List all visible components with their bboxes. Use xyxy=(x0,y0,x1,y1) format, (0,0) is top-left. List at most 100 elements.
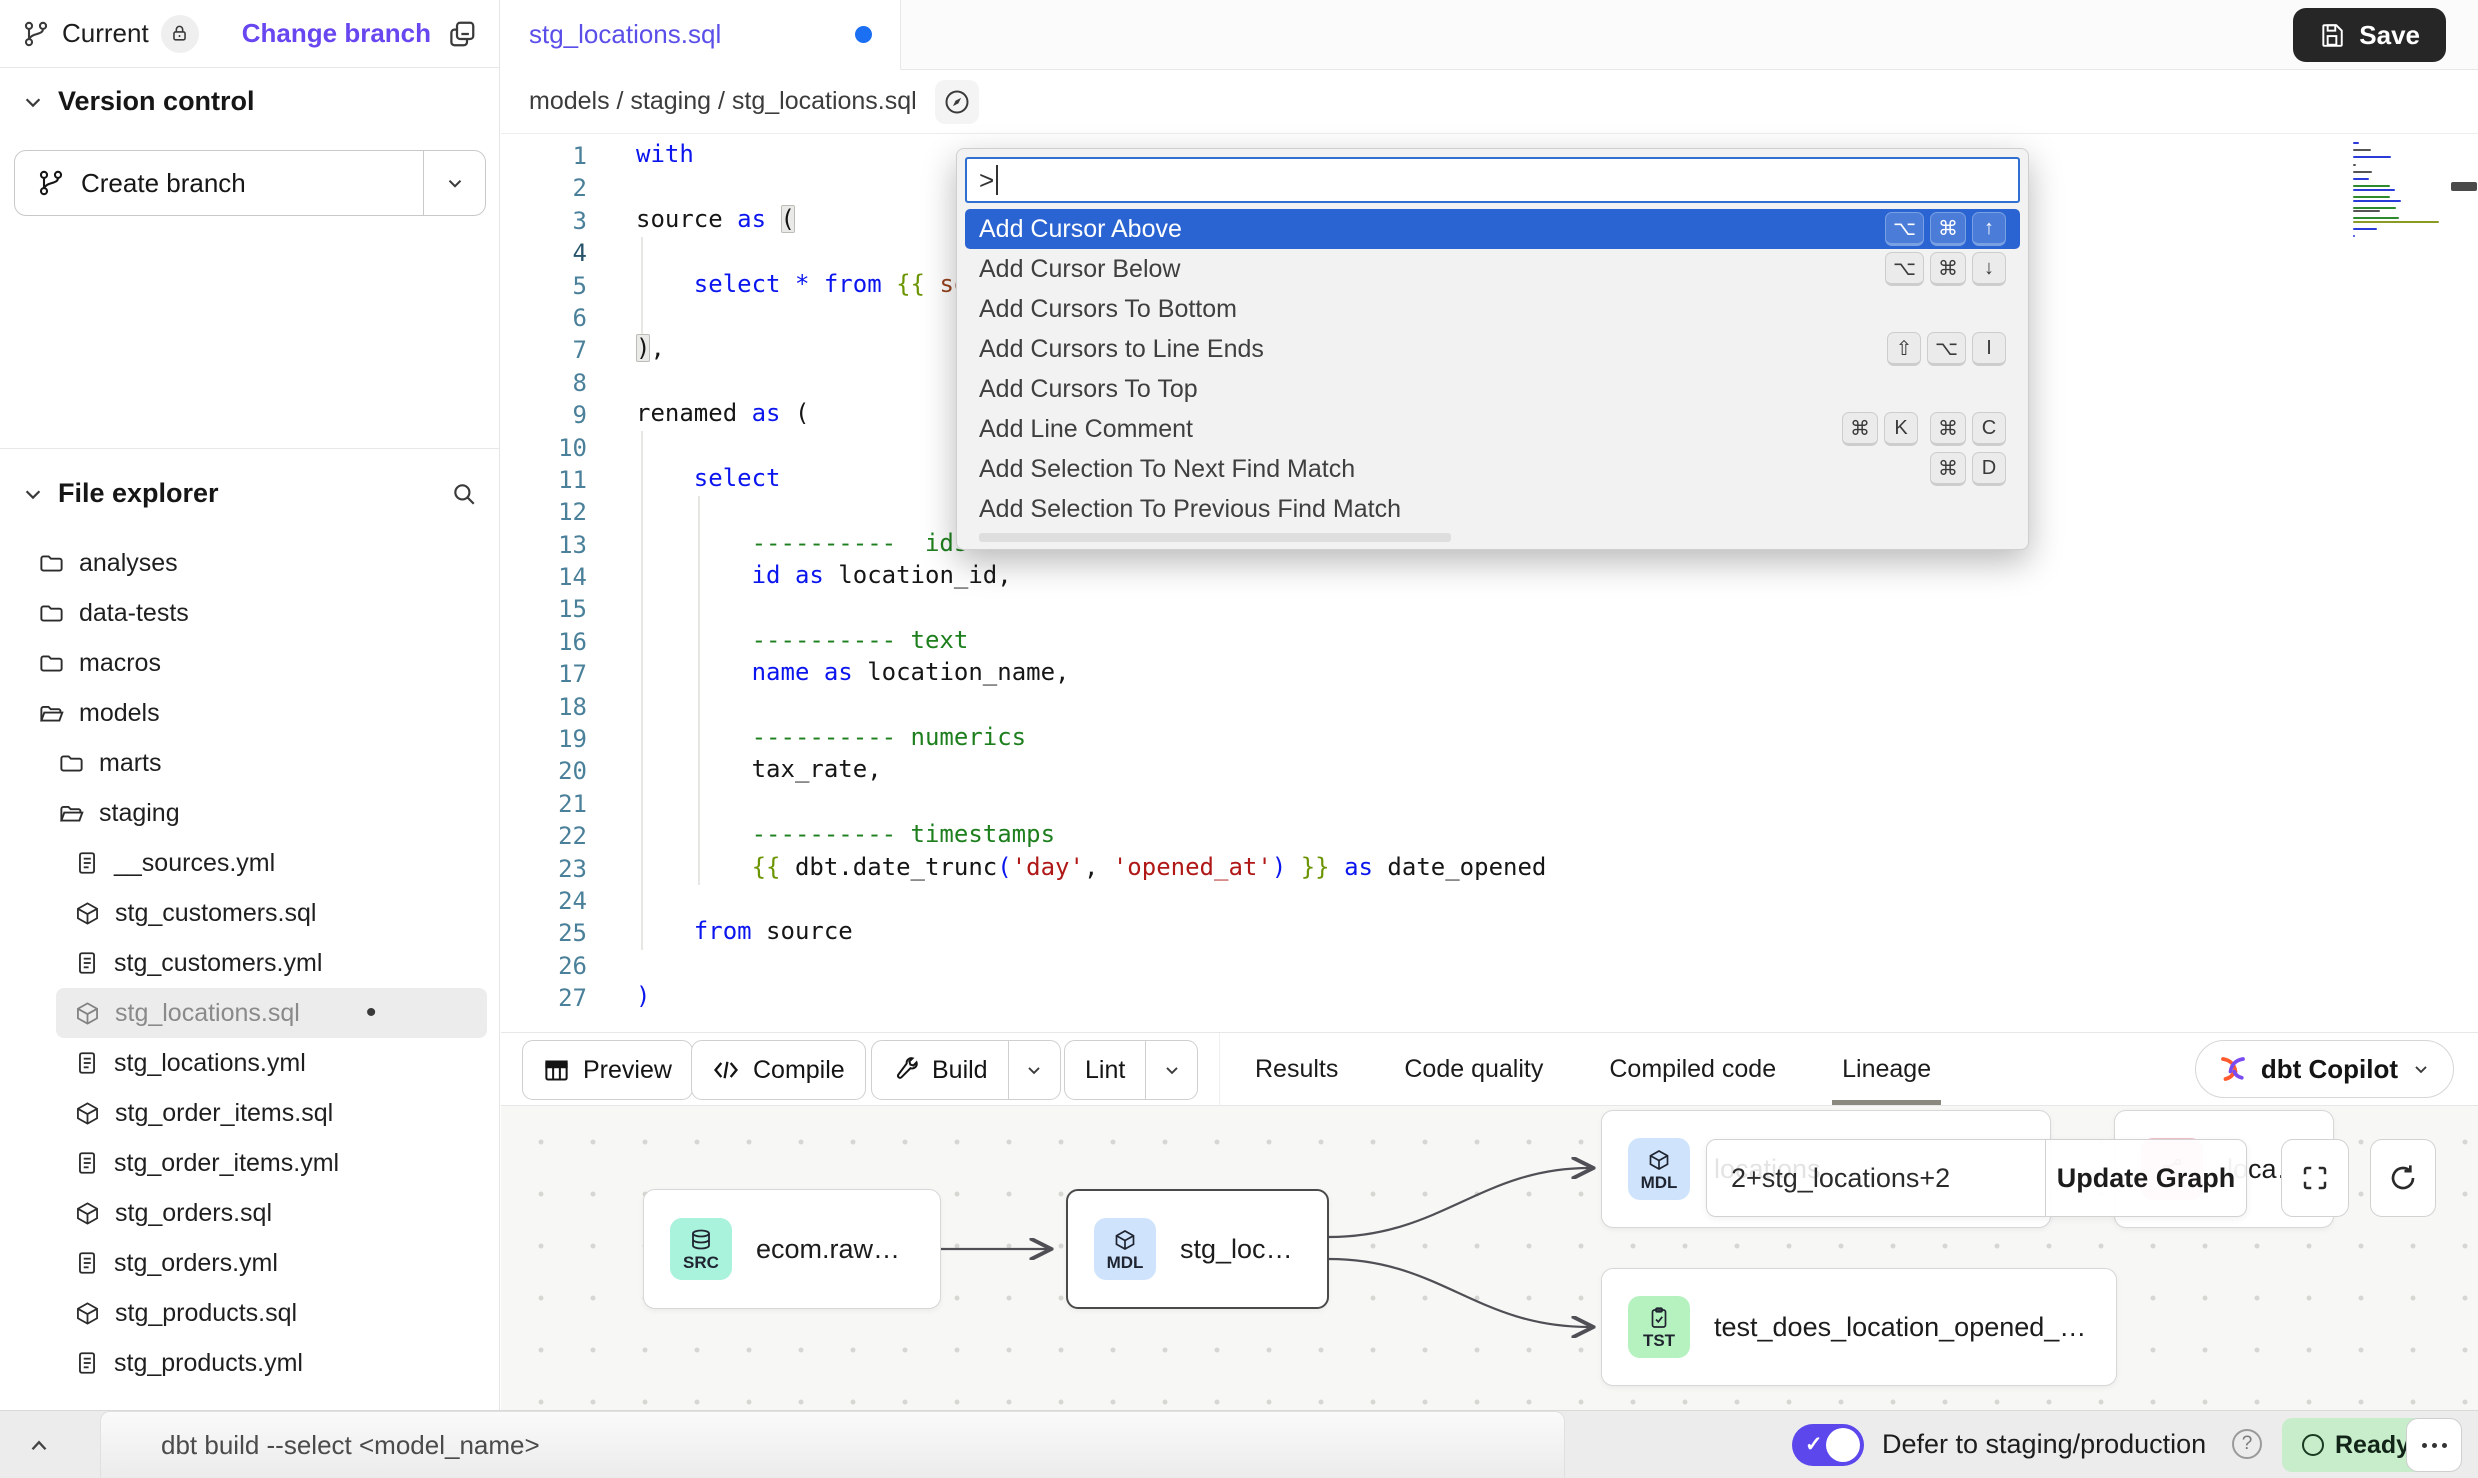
file-icon xyxy=(74,1050,100,1076)
file-item-macros[interactable]: macros xyxy=(0,638,499,688)
line-number: 23 xyxy=(501,853,597,885)
tab-lineage[interactable]: Lineage xyxy=(1838,1033,1935,1105)
file-item-label: stg_orders.yml xyxy=(114,1249,278,1278)
file-item-label: stg_orders.sql xyxy=(115,1199,272,1228)
file-item-label: stg_products.sql xyxy=(115,1299,297,1328)
tab-results[interactable]: Results xyxy=(1251,1033,1342,1105)
file-item-staging[interactable]: staging xyxy=(0,788,499,838)
fullscreen-button[interactable] xyxy=(2281,1139,2349,1217)
line-number: 4 xyxy=(501,237,597,269)
file-item--sources-yml[interactable]: __sources.yml xyxy=(0,838,499,888)
compass-icon[interactable] xyxy=(935,80,979,124)
folder-icon xyxy=(38,600,65,627)
build-button[interactable]: Build xyxy=(871,1040,1061,1100)
chevron-down-icon xyxy=(444,172,466,194)
command-list: Add Cursor Above⌥⌘↑Add Cursor Below⌥⌘↓Ad… xyxy=(957,209,2028,529)
line-numbers: 1234567891011121314151617181920212223242… xyxy=(501,140,597,1015)
file-item-stg-products-yml[interactable]: stg_products.yml xyxy=(0,1338,499,1388)
help-icon[interactable]: ? xyxy=(2232,1429,2262,1459)
defer-label: Defer to staging/production xyxy=(1882,1429,2206,1460)
chevron-up-icon[interactable] xyxy=(26,1433,52,1459)
file-item-analyses[interactable]: analyses xyxy=(0,538,499,588)
file-item-stg-customers-yml[interactable]: stg_customers.yml xyxy=(0,938,499,988)
compile-button[interactable]: Compile xyxy=(691,1040,866,1100)
file-item-stg-locations-sql[interactable]: stg_locations.sql• xyxy=(56,988,487,1038)
code-line: ---------- timestamps xyxy=(636,820,2478,852)
defer-toggle[interactable]: ✓ xyxy=(1792,1424,1864,1466)
command-label: Add Selection To Next Find Match xyxy=(979,455,1355,484)
panel-toolbar: Preview Compile Build Lint xyxy=(501,1032,2478,1106)
dbt-copilot-button[interactable]: dbt Copilot xyxy=(2195,1040,2454,1098)
lineage-canvas[interactable]: SRC ecom.raw_stores MDL stg_locations MD… xyxy=(501,1106,2478,1410)
line-number: 24 xyxy=(501,885,597,917)
command-palette-input[interactable]: > xyxy=(965,157,2020,203)
file-item-models[interactable]: models xyxy=(0,688,499,738)
lineage-selector-input[interactable]: 2+stg_locations+2 xyxy=(1707,1140,2046,1216)
command-item[interactable]: Add Cursors To Top xyxy=(965,369,2020,409)
command-item[interactable]: Add Cursors To Bottom xyxy=(965,289,2020,329)
minimap-slider[interactable] xyxy=(2451,182,2477,191)
command-item[interactable]: Add Cursors to Line Ends⇧⌥I xyxy=(965,329,2020,369)
lineage-node-test[interactable]: TST test_does_location_opened_at_trunc_t… xyxy=(1601,1268,2117,1386)
file-item-label: macros xyxy=(79,649,161,678)
save-button[interactable]: Save xyxy=(2293,8,2446,62)
file-explorer-title: File explorer xyxy=(58,478,219,509)
model-badge: MDL xyxy=(1628,1138,1690,1200)
command-item[interactable]: Add Cursor Below⌥⌘↓ xyxy=(965,249,2020,289)
lineage-node-source[interactable]: SRC ecom.raw_stores xyxy=(643,1189,941,1309)
file-item-stg-order-items-sql[interactable]: stg_order_items.sql xyxy=(0,1088,499,1138)
code-line: id as location_id, xyxy=(636,561,2478,593)
database-icon xyxy=(689,1228,713,1252)
version-control-header[interactable]: Version control xyxy=(22,86,477,117)
file-item-marts[interactable]: marts xyxy=(0,738,499,788)
code-line: ---------- numerics xyxy=(636,723,2478,755)
file-item-stg-orders-sql[interactable]: stg_orders.sql xyxy=(0,1188,499,1238)
copy-icon[interactable] xyxy=(447,19,477,49)
file-icon xyxy=(74,950,100,976)
file-item-stg-customers-sql[interactable]: stg_customers.sql xyxy=(0,888,499,938)
preview-button[interactable]: Preview xyxy=(522,1040,693,1100)
command-palette: > Add Cursor Above⌥⌘↑Add Cursor Below⌥⌘↓… xyxy=(956,148,2029,550)
lint-label: Lint xyxy=(1085,1056,1125,1085)
change-branch-link[interactable]: Change branch xyxy=(242,18,431,49)
tab-compiled-code[interactable]: Compiled code xyxy=(1605,1033,1780,1105)
node-label: ecom.raw_stores xyxy=(756,1234,914,1265)
file-item-stg-products-sql[interactable]: stg_products.sql xyxy=(0,1288,499,1338)
line-number: 2 xyxy=(501,172,597,204)
minimap[interactable] xyxy=(2353,142,2443,239)
line-number: 9 xyxy=(501,399,597,431)
tab-code-quality[interactable]: Code quality xyxy=(1400,1033,1547,1105)
file-item-stg-locations-yml[interactable]: stg_locations.yml xyxy=(0,1038,499,1088)
command-item[interactable]: Add Selection To Next Find Match⌘D xyxy=(965,449,2020,489)
lineage-node-stg-locations[interactable]: MDL stg_locations xyxy=(1066,1189,1329,1309)
branch-bar: Current Change branch xyxy=(0,0,499,68)
lint-dropdown[interactable] xyxy=(1145,1041,1197,1099)
folder-icon xyxy=(38,550,65,577)
command-item[interactable]: Add Cursor Above⌥⌘↑ xyxy=(965,209,2020,249)
file-item-data-tests[interactable]: data-tests xyxy=(0,588,499,638)
file-item-stg-order-items-yml[interactable]: stg_order_items.yml xyxy=(0,1138,499,1188)
create-branch-button[interactable]: Create branch xyxy=(14,150,486,216)
command-item[interactable]: Add Line Comment⌘K⌘C xyxy=(965,409,2020,449)
lint-button[interactable]: Lint xyxy=(1064,1040,1198,1100)
tab-stg-locations[interactable]: stg_locations.sql xyxy=(501,0,901,70)
file-item-label: models xyxy=(79,699,160,728)
more-options-button[interactable] xyxy=(2406,1418,2462,1472)
create-branch-dropdown[interactable] xyxy=(423,151,485,215)
command-item[interactable]: Add Selection To Previous Find Match xyxy=(965,489,2020,529)
folder-open-icon xyxy=(58,800,85,827)
file-explorer-header[interactable]: File explorer xyxy=(22,478,477,509)
keycap: ↑ xyxy=(1972,212,2006,246)
search-icon[interactable] xyxy=(451,481,477,507)
version-control-title: Version control xyxy=(58,86,255,117)
update-graph-button[interactable]: Update Graph xyxy=(2046,1140,2246,1216)
code-line: tax_rate, xyxy=(636,755,2478,787)
file-item-stg-orders-yml[interactable]: stg_orders.yml xyxy=(0,1238,499,1288)
build-dropdown[interactable] xyxy=(1008,1041,1060,1099)
line-number: 25 xyxy=(501,917,597,949)
refresh-button[interactable] xyxy=(2370,1139,2436,1217)
file-item-label: stg_customers.yml xyxy=(114,949,322,978)
line-number: 6 xyxy=(501,302,597,334)
command-drawer[interactable]: dbt build --select <model_name> xyxy=(100,1411,1565,1478)
file-item-label: data-tests xyxy=(79,599,189,628)
